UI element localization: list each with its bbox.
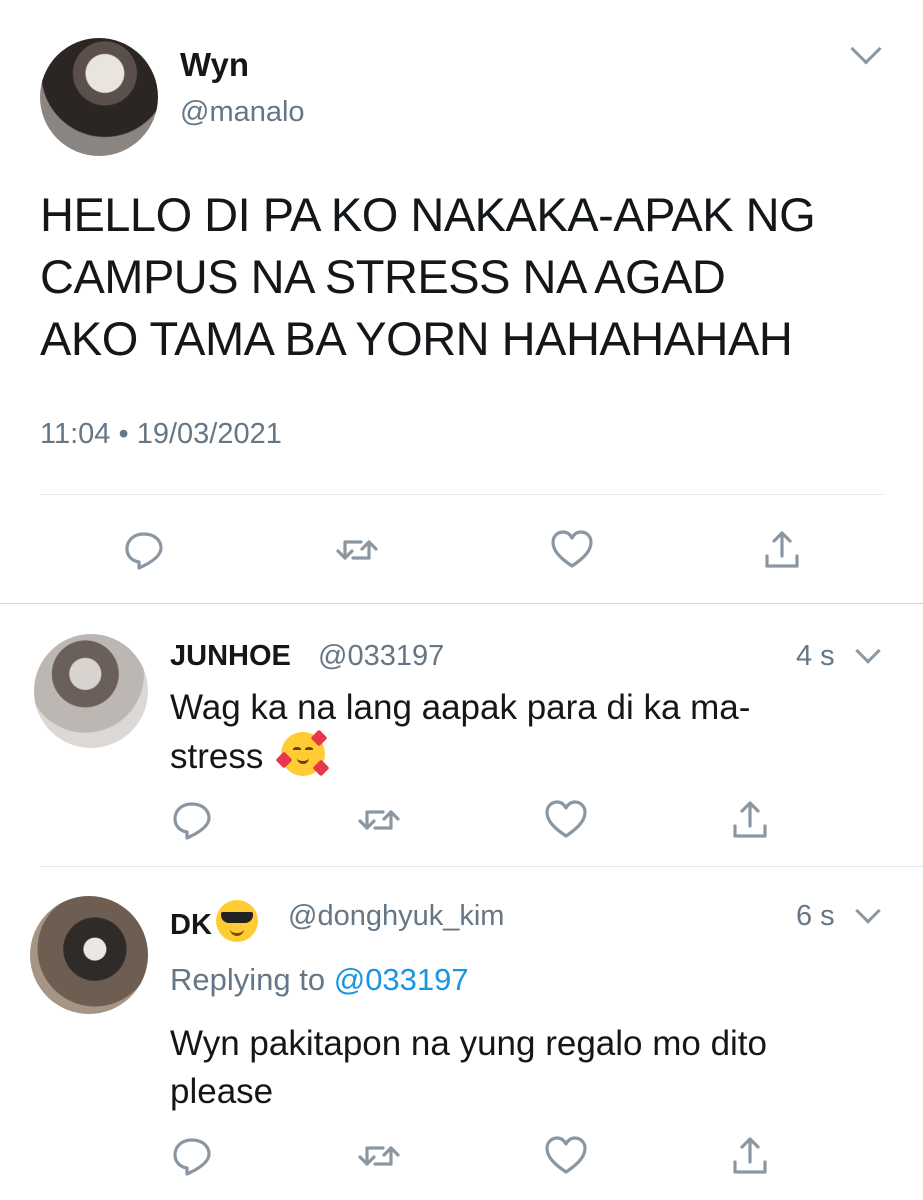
smiling-face-with-hearts-icon (275, 729, 330, 777)
tweet-text-line: HELLO DI PA KO NAKAKA-APAK NG (40, 188, 816, 241)
reply-time: 4 s (796, 640, 835, 672)
like-icon[interactable] (549, 528, 595, 572)
reply-text-word: stress (170, 737, 264, 776)
divider (40, 866, 923, 867)
replying-mention-link[interactable]: @033197 (334, 962, 469, 997)
share-icon[interactable] (730, 1134, 770, 1178)
reply-time: 6 s (796, 900, 835, 932)
author-name[interactable]: DK (170, 900, 258, 942)
retweet-icon[interactable] (355, 1134, 403, 1178)
like-icon[interactable] (543, 1134, 589, 1178)
avatar[interactable] (34, 634, 148, 748)
reply-text-line-2: stress (170, 729, 870, 781)
author-handle[interactable]: @manalo (180, 96, 305, 129)
tweet-timestamp: 11:04 • 19/03/2021 (40, 418, 282, 451)
tweet-text: HELLO DI PA KO NAKAKA-APAK NG CAMPUS NA … (40, 184, 900, 370)
author-handle[interactable]: @donghyuk_kim (288, 900, 504, 933)
tweet-actions (170, 1134, 770, 1178)
chevron-down-icon[interactable] (855, 898, 881, 924)
reply-icon[interactable] (170, 798, 214, 842)
retweet-icon[interactable] (355, 798, 403, 842)
tweet-actions (170, 798, 770, 842)
reply-text-line: Wag ka na lang aapak para di ka ma- (170, 688, 751, 727)
chevron-down-icon[interactable] (855, 638, 881, 664)
replying-prefix: Replying to (170, 962, 326, 997)
like-icon[interactable] (543, 798, 589, 842)
divider (40, 494, 883, 495)
chevron-down-icon[interactable] (850, 33, 882, 65)
tweet-date: 19/03/2021 (136, 418, 282, 450)
replying-to: Replying to @033197 (170, 962, 469, 998)
retweet-icon[interactable] (333, 528, 381, 572)
reply-icon[interactable] (122, 528, 166, 572)
tweet-time: 11:04 (40, 418, 111, 450)
reply-text-line: please (170, 1072, 274, 1111)
main-tweet: Wyn @manalo HELLO DI PA KO NAKAKA-APAK N… (0, 0, 923, 604)
avatar[interactable] (30, 896, 148, 1014)
share-icon[interactable] (762, 528, 802, 572)
divider (0, 603, 923, 604)
share-icon[interactable] (730, 798, 770, 842)
sunglasses-face-icon (215, 900, 258, 942)
reply-text: Wag ka na lang aapak para di ka ma- stre… (170, 684, 870, 781)
tweet-actions (122, 528, 802, 572)
reply-text-line: Wyn pakitapon na yung regalo mo dito (170, 1024, 767, 1063)
author-name-text: DK (170, 909, 212, 941)
author-handle[interactable]: @033197 (318, 640, 444, 673)
author-name[interactable]: Wyn (180, 46, 249, 84)
reply-icon[interactable] (170, 1134, 214, 1178)
tweet-text-line: CAMPUS NA STRESS NA AGAD (40, 250, 726, 303)
avatar[interactable] (40, 38, 158, 156)
tweet-text-line: AKO TAMA BA YORN HAHAHAHAH (40, 312, 793, 365)
reply-text: Wyn pakitapon na yung regalo mo dito ple… (170, 1020, 870, 1116)
author-name[interactable]: JUNHOE (170, 640, 291, 673)
meta-separator: • (118, 418, 129, 450)
